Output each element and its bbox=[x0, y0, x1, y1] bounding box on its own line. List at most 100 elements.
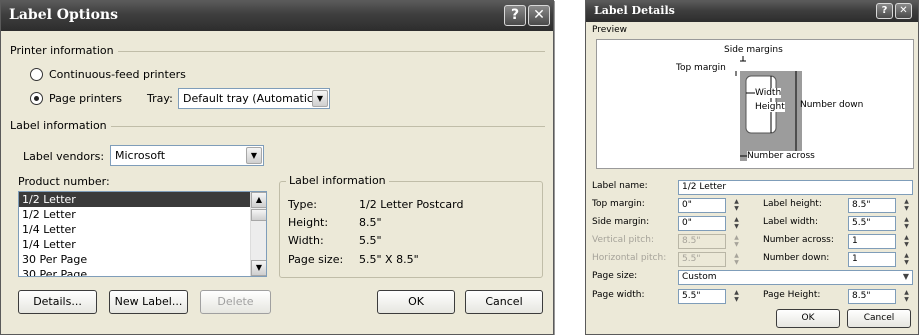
list-item[interactable]: 1/4 Letter bbox=[19, 222, 266, 237]
label-options-titlebar: Label Options ? ✕ bbox=[1, 1, 553, 31]
dialog-title: Label Details bbox=[594, 4, 675, 17]
number-down-label: Number down: bbox=[763, 253, 830, 263]
page-printers-radio[interactable] bbox=[30, 92, 43, 105]
continuous-feed-radio[interactable] bbox=[30, 68, 43, 81]
list-item[interactable]: 30 Per Page bbox=[19, 252, 266, 267]
info-value-page-size: 5.5" X 8.5" bbox=[359, 253, 419, 266]
horizontal-pitch-label: Horizontal pitch: bbox=[592, 253, 667, 263]
number-down-value: 1 bbox=[852, 254, 858, 264]
top-margin-label: Top margin: bbox=[592, 199, 645, 209]
label-options-dialog: Label Options ? ✕ Printer information Co… bbox=[0, 0, 554, 335]
close-button[interactable]: ✕ bbox=[895, 3, 912, 19]
label-information-group: Label information bbox=[10, 119, 545, 132]
page-height-input[interactable]: 8.5" bbox=[848, 289, 896, 304]
label-name-input[interactable]: 1/2 Letter bbox=[678, 180, 913, 195]
ok-button[interactable]: OK bbox=[776, 309, 840, 328]
label-height-value: 8.5" bbox=[852, 200, 871, 210]
preview-heading: Preview bbox=[592, 25, 628, 35]
number-across-value: 1 bbox=[852, 236, 858, 246]
close-button[interactable]: ✕ bbox=[528, 5, 550, 26]
label-information-box-heading: Label information bbox=[286, 174, 389, 187]
vertical-pitch-value: 8.5" bbox=[682, 236, 701, 246]
horizontal-pitch-value: 5.5" bbox=[682, 254, 701, 264]
side-margin-spinner[interactable]: ▲ ▼ bbox=[730, 216, 743, 231]
label-width-label: Label width: bbox=[763, 217, 818, 227]
tray-label: Tray: bbox=[147, 92, 173, 105]
continuous-feed-label[interactable]: Continuous-feed printers bbox=[49, 68, 186, 81]
number-across-input[interactable]: 1 bbox=[848, 234, 896, 249]
top-margin-input[interactable]: 0" bbox=[678, 198, 726, 213]
page-height-label: Page Height: bbox=[763, 290, 821, 300]
label-vendors-label: Label vendors: bbox=[23, 150, 105, 163]
list-scrollbar[interactable]: ▲ ▼ bbox=[250, 192, 266, 276]
vertical-pitch-input: 8.5" bbox=[678, 234, 726, 249]
info-key-height: Height: bbox=[288, 216, 329, 229]
chevron-down-icon[interactable]: ▼ bbox=[246, 147, 262, 164]
width-text: Width bbox=[755, 88, 782, 98]
help-button[interactable]: ? bbox=[876, 3, 893, 19]
horizontal-pitch-input: 5.5" bbox=[678, 252, 726, 267]
tray-select[interactable]: Default tray (Automatic) ▼ bbox=[178, 88, 330, 109]
label-vendors-select[interactable]: Microsoft ▼ bbox=[110, 145, 264, 166]
height-text: Height bbox=[755, 102, 785, 112]
page-width-value: 5.5" bbox=[682, 291, 701, 301]
delete-button[interactable]: Delete bbox=[200, 290, 271, 314]
top-margin-value: 0" bbox=[682, 200, 692, 210]
label-name-value: 1/2 Letter bbox=[682, 182, 727, 192]
dialog-title: Label Options bbox=[9, 7, 118, 23]
number-down-input[interactable]: 1 bbox=[848, 252, 896, 267]
info-value-width: 5.5" bbox=[359, 234, 382, 247]
vertical-pitch-label: Vertical pitch: bbox=[592, 235, 654, 245]
label-details-titlebar: Label Details ? ✕ bbox=[586, 1, 918, 22]
product-number-list[interactable]: 1/2 Letter 1/2 Letter 1/4 Letter 1/4 Let… bbox=[18, 191, 267, 277]
top-margin-spinner[interactable]: ▲ ▼ bbox=[730, 198, 743, 213]
list-item[interactable]: 1/2 Letter bbox=[19, 207, 266, 222]
page-size-value: Custom bbox=[682, 272, 717, 282]
preview-panel: Side margins Top margin Width Height Num… bbox=[596, 39, 914, 169]
number-down-text: Number down bbox=[800, 100, 864, 110]
chevron-down-icon[interactable]: ▼ bbox=[903, 272, 909, 281]
number-across-label: Number across: bbox=[763, 235, 834, 245]
page-width-spinner[interactable]: ▲ ▼ bbox=[730, 289, 743, 304]
scroll-down-icon[interactable]: ▼ bbox=[251, 260, 266, 276]
help-button[interactable]: ? bbox=[504, 5, 526, 26]
label-information-heading: Label information bbox=[10, 119, 111, 132]
chevron-down-icon[interactable]: ▼ bbox=[312, 90, 328, 107]
number-across-text: Number across bbox=[747, 151, 815, 161]
label-height-label: Label height: bbox=[763, 199, 822, 209]
details-button[interactable]: Details... bbox=[18, 290, 97, 314]
vertical-pitch-spinner: ▲ ▼ bbox=[734, 234, 739, 248]
page-height-spinner[interactable]: ▲ ▼ bbox=[900, 289, 913, 304]
product-number-label: Product number: bbox=[18, 175, 110, 188]
printer-information-heading: Printer information bbox=[10, 44, 118, 57]
printer-information-group: Printer information bbox=[10, 44, 545, 57]
label-width-spinner[interactable]: ▲ ▼ bbox=[900, 216, 913, 231]
label-height-input[interactable]: 8.5" bbox=[848, 198, 896, 213]
side-margin-value: 0" bbox=[682, 218, 692, 228]
tray-value: Default tray (Automatic) bbox=[183, 92, 318, 105]
page-size-select[interactable]: Custom ▼ bbox=[678, 270, 913, 285]
horizontal-pitch-spinner: ▲ ▼ bbox=[734, 252, 739, 266]
scroll-thumb[interactable] bbox=[251, 209, 266, 221]
info-key-page-size: Page size: bbox=[288, 253, 344, 266]
info-key-type: Type: bbox=[288, 198, 317, 211]
cancel-button[interactable]: Cancel bbox=[465, 290, 543, 314]
scroll-up-icon[interactable]: ▲ bbox=[251, 192, 266, 208]
ok-button[interactable]: OK bbox=[377, 290, 455, 314]
list-item[interactable]: 1/2 Letter bbox=[19, 192, 266, 207]
list-item[interactable]: 1/4 Letter bbox=[19, 237, 266, 252]
side-margin-label: Side margin: bbox=[592, 217, 650, 227]
info-value-height: 8.5" bbox=[359, 216, 382, 229]
cancel-button[interactable]: Cancel bbox=[847, 309, 911, 328]
label-height-spinner[interactable]: ▲ ▼ bbox=[900, 198, 913, 213]
side-margins-text: Side margins bbox=[724, 45, 783, 55]
new-label-button[interactable]: New Label... bbox=[109, 290, 188, 314]
list-item[interactable]: 30 Per Page bbox=[19, 267, 266, 276]
side-margin-input[interactable]: 0" bbox=[678, 216, 726, 231]
page-printers-label[interactable]: Page printers bbox=[49, 92, 122, 105]
number-across-spinner[interactable]: ▲ ▼ bbox=[900, 234, 913, 249]
label-width-input[interactable]: 5.5" bbox=[848, 216, 896, 231]
page-width-input[interactable]: 5.5" bbox=[678, 289, 726, 304]
number-down-spinner[interactable]: ▲ ▼ bbox=[900, 252, 913, 267]
label-name-label: Label name: bbox=[592, 181, 648, 191]
